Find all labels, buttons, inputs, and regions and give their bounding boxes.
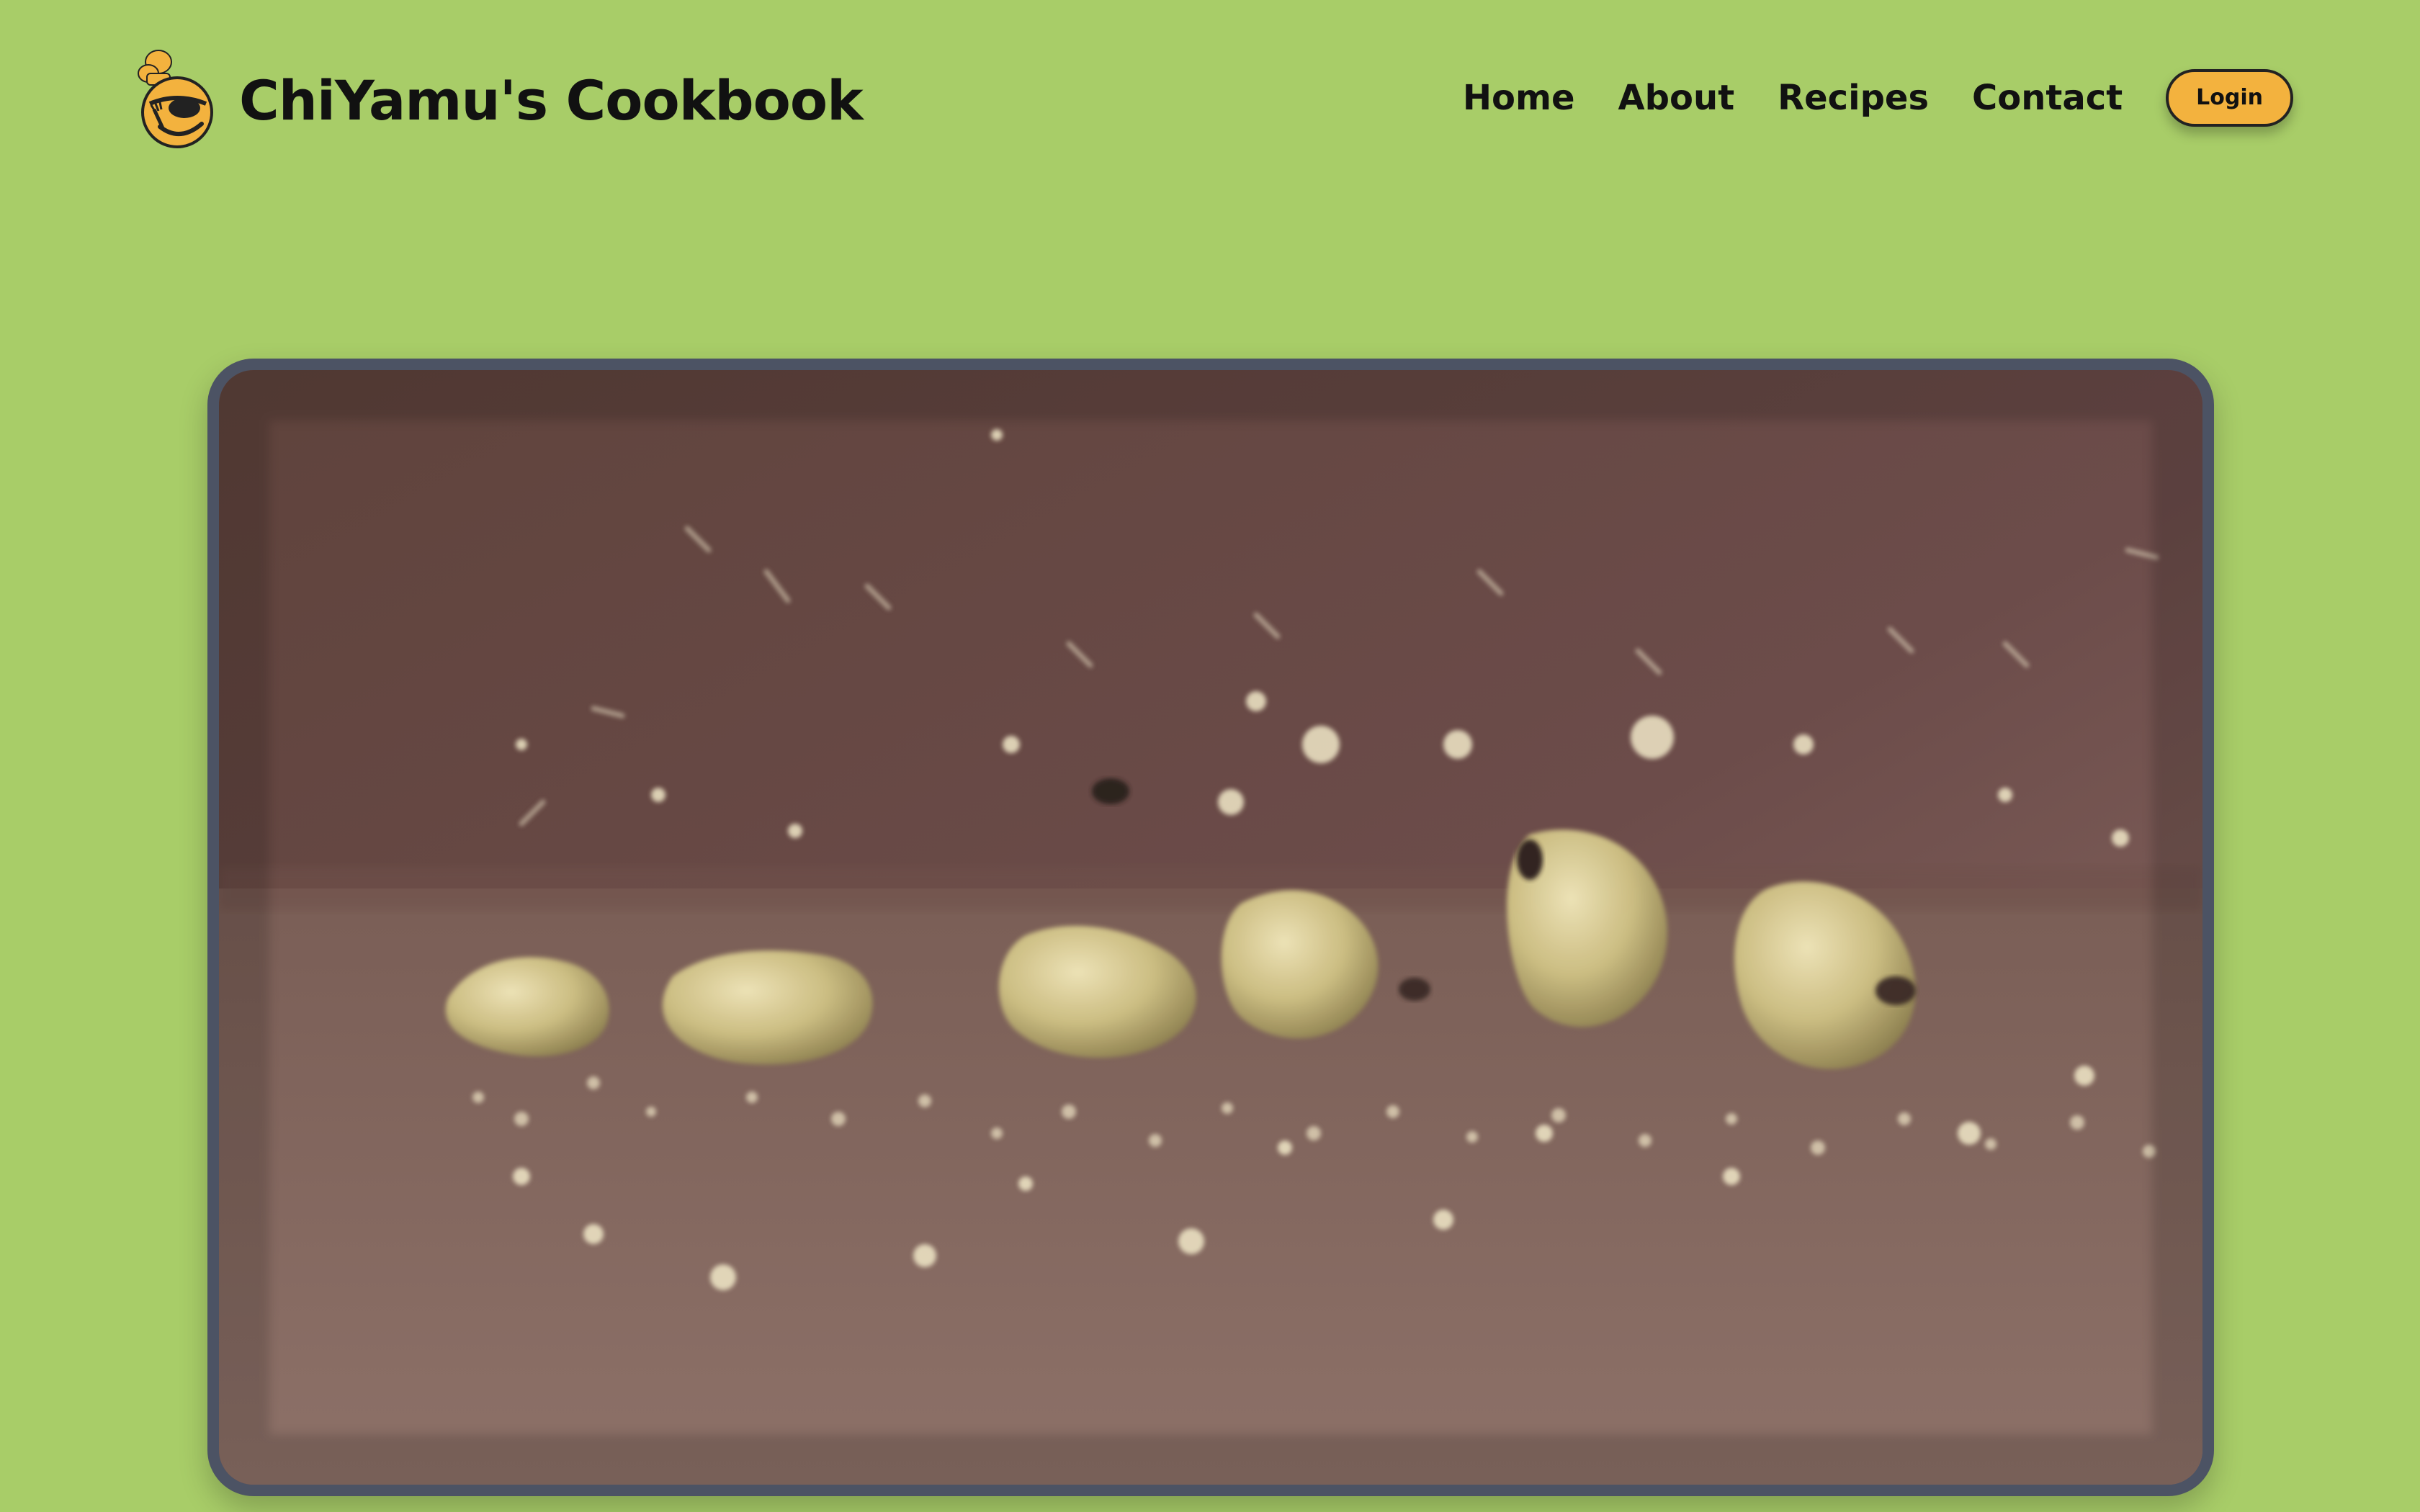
nav-link-about[interactable]: About <box>1618 81 1735 115</box>
chef-logo-icon <box>138 50 213 148</box>
brand-title: ChiYamu's Cookbook <box>239 68 864 132</box>
page: ChiYamu's Cookbook Home About Recipes Co… <box>0 0 2420 1512</box>
hero-cookie-crumbs-image <box>219 370 2202 1485</box>
main-nav: Home About Recipes Contact Login <box>1463 69 2293 127</box>
nav-link-contact[interactable]: Contact <box>1972 81 2123 115</box>
login-button[interactable]: Login <box>2166 69 2293 127</box>
hero-media-frame[interactable] <box>207 359 2214 1496</box>
nav-link-recipes[interactable]: Recipes <box>1778 81 1929 115</box>
nav-link-home[interactable]: Home <box>1463 81 1575 115</box>
brand[interactable]: ChiYamu's Cookbook <box>134 48 864 150</box>
